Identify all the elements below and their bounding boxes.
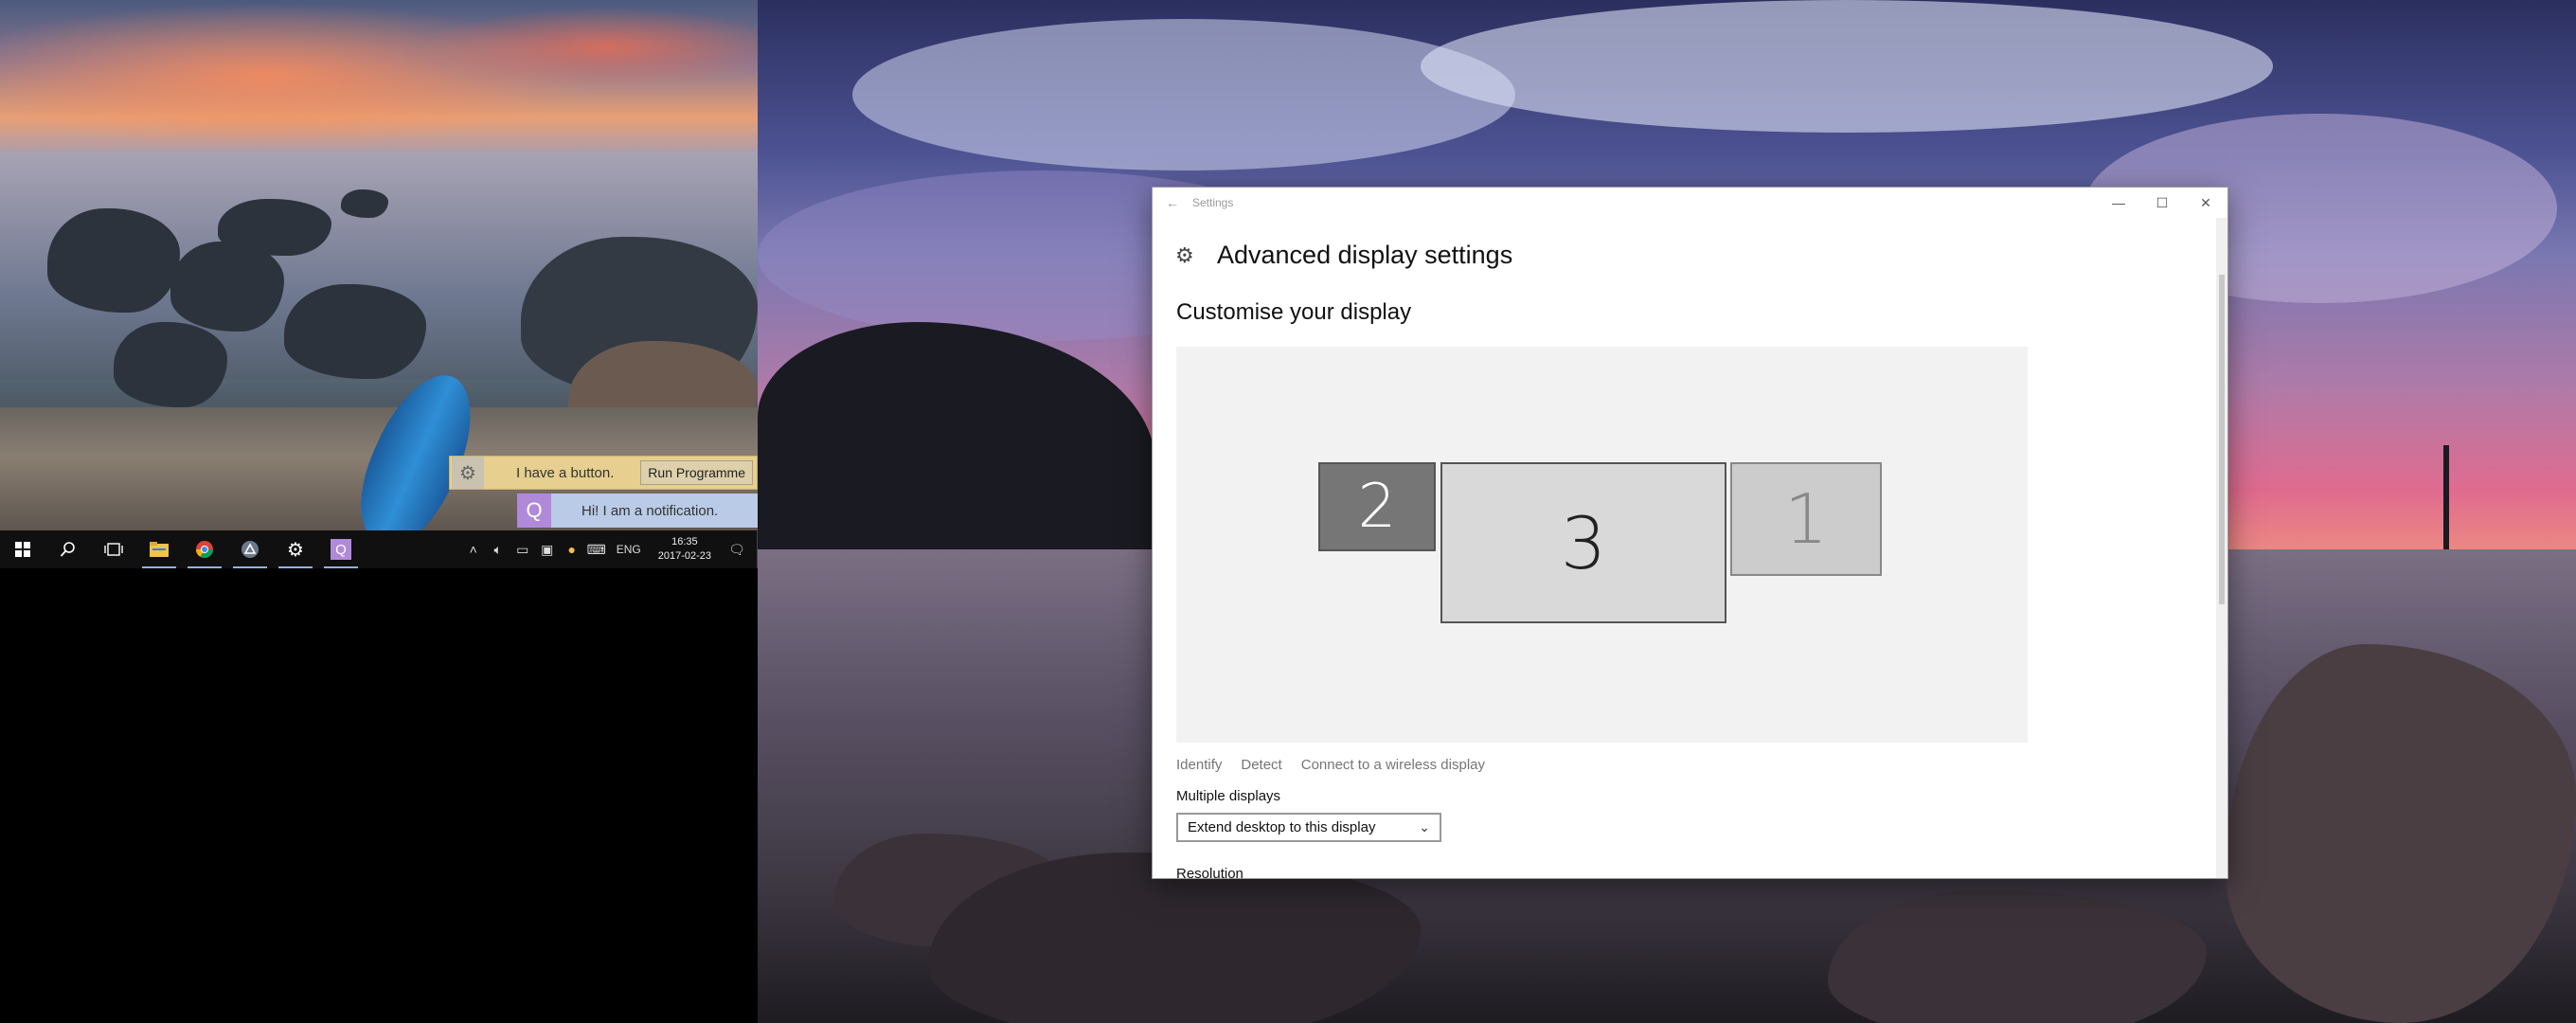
notification-toast-button[interactable]: ⚙ I have a button. Run Programme [449, 456, 758, 490]
empty-screen-area [0, 568, 758, 1023]
maximize-button[interactable]: ☐ [2140, 188, 2184, 218]
app-icon: ⚙ [452, 457, 484, 489]
wallpaper-cloud [852, 19, 1515, 170]
detect-link[interactable]: Detect [1241, 757, 1281, 773]
volume-icon[interactable]: 🔈︎ [486, 542, 510, 558]
taskbar: ⚙ Q ˄ 🔈︎ ▭ ▣ ● ⌨ ENG 16:35 2017-02-23 🗨︎ [0, 530, 758, 568]
desktop: ⚙ I have a button. Run Programme Q Hi! I… [0, 0, 2576, 1023]
window-title: Settings [1192, 196, 1234, 209]
clock-time: 16:35 [671, 536, 698, 547]
monitor-2[interactable]: 2 [1318, 462, 1436, 551]
monitor-3[interactable]: 3 [1440, 462, 1726, 623]
resolution-label-partial: Resolution [1176, 866, 1243, 878]
wallpaper-rock [1828, 890, 2207, 1023]
system-tray: ˄ 🔈︎ ▭ ▣ ● ⌨ ENG 16:35 2017-02-23 🗨︎ [461, 530, 758, 568]
wallpaper-cloud [1421, 0, 2273, 133]
minimize-button[interactable]: — [2097, 188, 2140, 218]
q-app-icon[interactable]: Q [318, 530, 364, 568]
display-arrangement-canvas[interactable]: 2 3 1 [1176, 347, 2028, 743]
action-center-icon[interactable]: 🗨︎ [721, 542, 753, 558]
gear-icon: ⚙ [1175, 242, 1194, 267]
battery-icon[interactable]: ▭ [510, 542, 535, 558]
wallpaper-sky [0, 0, 758, 156]
tray-app-icon[interactable]: ● [560, 542, 584, 557]
search-icon[interactable] [45, 530, 91, 568]
multiple-displays-label: Multiple displays [1176, 788, 1281, 804]
page-title: Advanced display settings [1217, 241, 1513, 269]
toast-text: I have a button. [516, 464, 615, 481]
monitor-1[interactable]: 1 [1730, 462, 1882, 576]
wireless-display-link[interactable]: Connect to a wireless display [1301, 757, 1485, 773]
keyboard-icon[interactable]: ⌨ [584, 542, 609, 558]
chevron-up-icon[interactable]: ˄ [461, 542, 486, 557]
clock[interactable]: 16:35 2017-02-23 [658, 535, 711, 564]
start-icon[interactable] [0, 530, 45, 568]
run-programme-button[interactable]: Run Programme [640, 460, 753, 485]
language-indicator[interactable]: ENG [617, 543, 641, 556]
wallpaper-rock [218, 199, 331, 256]
wallpaper-rock [284, 284, 426, 379]
close-button[interactable]: ✕ [2184, 188, 2227, 218]
chevron-down-icon: ⌄ [1419, 819, 1430, 835]
settings-gear-icon[interactable]: ⚙ [273, 530, 318, 568]
q-app-icon: Q [517, 494, 551, 528]
multiple-displays-dropdown[interactable]: Extend desktop to this display ⌄ [1176, 813, 1441, 842]
task-view-icon[interactable] [91, 530, 136, 568]
wallpaper-rock [114, 322, 227, 407]
wallpaper-rock [47, 208, 180, 313]
wallpaper-rock [341, 189, 388, 218]
toast-text: Hi! I am a notification. [581, 502, 719, 519]
scrollbar-thumb[interactable] [2219, 275, 2225, 604]
back-arrow-icon[interactable]: ← [1153, 195, 1192, 210]
wallpaper-palms [758, 322, 1155, 559]
notification-toast[interactable]: Q Hi! I am a notification. [517, 494, 758, 528]
clock-date: 2017-02-23 [657, 550, 711, 562]
settings-window: ← Settings — ☐ ✕ ⚙ Advanced display sett… [1153, 188, 2227, 878]
network-icon[interactable]: ▣ [535, 542, 560, 558]
identify-link[interactable]: Identify [1176, 757, 1222, 773]
file-explorer-icon[interactable] [136, 530, 182, 568]
wallpaper-rock [928, 852, 1421, 1023]
section-title: Customise your display [1176, 299, 1412, 325]
chrome-icon[interactable] [182, 530, 227, 568]
dropdown-value: Extend desktop to this display [1188, 819, 1376, 835]
left-wallpaper [0, 0, 758, 530]
title-bar: ← Settings — ☐ ✕ [1153, 188, 2227, 218]
app-icon[interactable] [227, 530, 273, 568]
